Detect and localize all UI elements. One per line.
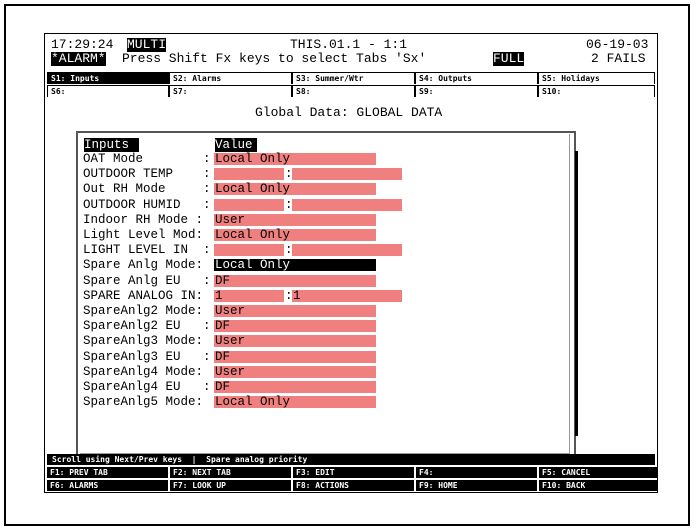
column-header-inputs: Inputs: [84, 138, 140, 152]
row-label: SpareAnlg3 Mode:: [83, 334, 204, 349]
f6-alarms-button[interactable]: F6: ALARMS: [47, 480, 170, 491]
row-label: SpareAnlg5 Mode:: [83, 395, 204, 410]
f10-back-button[interactable]: F10: BACK: [539, 480, 657, 491]
terminal-screen: 17:29:24 MULTI THIS.01.1 - 1:1 06-19-03 …: [44, 33, 658, 493]
row-value-field[interactable]: User: [214, 335, 376, 348]
f2-next-tab-button[interactable]: F2: NEXT TAB: [170, 467, 293, 478]
row-label: Out RH Mode :: [83, 182, 211, 197]
tab-outputs[interactable]: S4: Outputs: [416, 72, 537, 84]
row-label: SpareAnlg2 EU :: [83, 319, 211, 334]
row-label: Spare Anlg EU :: [83, 273, 211, 288]
tab-s9[interactable]: S9:: [416, 85, 537, 97]
tab-holidays[interactable]: S5: Holidays: [539, 72, 654, 84]
row-value-field[interactable]: DF: [214, 274, 376, 287]
row-label: OUTDOOR TEMP :: [83, 167, 211, 182]
f3-edit-button[interactable]: F3: EDIT: [293, 467, 416, 478]
fkey-bar-2: F6: ALARMS F7: LOOK UP F8: ACTIONS F9: H…: [47, 480, 657, 492]
vertical-scrollbar[interactable]: [575, 151, 578, 436]
tab-bar-2: S6: S7: S8: S9: S10:: [47, 85, 655, 97]
row-label: OAT Mode :: [83, 152, 211, 166]
f7-look-up-button[interactable]: F7: LOOK UP: [170, 480, 293, 491]
f8-actions-button[interactable]: F8: ACTIONS: [293, 480, 416, 491]
status-bar: Scroll using Next/Prev keys | Spare anal…: [47, 454, 655, 465]
row-label: Indoor RH Mode :: [83, 212, 204, 227]
row-value-field[interactable]: [214, 198, 284, 211]
clock-time: 17:29:24: [51, 37, 114, 52]
fails-count: 2 FAILS: [591, 51, 646, 66]
row-value-field[interactable]: User: [214, 305, 376, 317]
tab-s6[interactable]: S6:: [48, 85, 168, 97]
row-value-field[interactable]: User: [214, 214, 376, 226]
prompt-text: Press Shift Fx keys to select Tabs 'Sx': [122, 51, 427, 66]
row-label: SpareAnlg3 EU :: [83, 349, 211, 364]
row-value-field[interactable]: Local Only: [214, 259, 376, 272]
row-value-field-secondary[interactable]: [292, 198, 402, 211]
row-value-field-secondary[interactable]: [292, 168, 402, 181]
full-badge: FULL: [493, 51, 525, 66]
date-label: 06-19-03: [586, 37, 649, 52]
row-value-field[interactable]: [214, 244, 284, 257]
row-label: SpareAnlg4 EU :: [83, 380, 211, 394]
row-label: Spare Anlg Mode:: [83, 258, 204, 273]
status-text: Scroll using Next/Prev keys | Spare anal…: [49, 454, 549, 465]
row-value-field-secondary[interactable]: 1: [292, 290, 402, 302]
tab-s7[interactable]: S7:: [170, 85, 291, 97]
row-label: SpareAnlg2 Mode:: [83, 304, 204, 318]
row-value-field[interactable]: [214, 168, 284, 181]
row-value-field[interactable]: DF: [214, 320, 376, 332]
column-header-value: Value: [215, 138, 257, 152]
tab-inputs[interactable]: S1: Inputs: [48, 72, 168, 84]
row-value-field[interactable]: 1: [214, 290, 284, 302]
tab-bar-1: S1: Inputs S2: Alarms S3: Summer/Wtr S4:…: [47, 72, 655, 84]
f4-button[interactable]: F4:: [416, 467, 539, 478]
tab-alarms[interactable]: S2: Alarms: [170, 72, 291, 84]
row-label: SpareAnlg4 Mode:: [83, 364, 204, 379]
row-value-field[interactable]: Local Only: [214, 229, 376, 241]
row-label: SPARE ANALOG IN:: [83, 288, 204, 303]
row-value-field-secondary[interactable]: [292, 244, 402, 257]
mode-badge: MULTI: [127, 37, 167, 52]
f1-prev-tab-button[interactable]: F1: PREV TAB: [47, 467, 170, 478]
alarm-badge[interactable]: *ALARM*: [51, 52, 106, 66]
f5-cancel-button[interactable]: F5: CANCEL: [539, 467, 657, 478]
tab-s8[interactable]: S8:: [293, 85, 414, 97]
row-value-field[interactable]: DF: [214, 350, 376, 363]
row-value-field[interactable]: DF: [214, 381, 376, 393]
row-label: Light Level Mod:: [83, 228, 204, 242]
row-value-field[interactable]: Local Only: [214, 183, 376, 196]
f9-home-button[interactable]: F9: HOME: [416, 480, 539, 491]
tab-summer-winter[interactable]: S3: Summer/Wtr: [293, 72, 414, 84]
row-value-field[interactable]: User: [214, 366, 376, 378]
tab-s10[interactable]: S10:: [539, 85, 654, 97]
fkey-bar-1: F1: PREV TAB F2: NEXT TAB F3: EDIT F4: F…: [47, 467, 657, 479]
row-label: OUTDOOR HUMID :: [83, 197, 211, 212]
page-title: Global Data: GLOBAL DATA: [255, 105, 443, 120]
row-value-field[interactable]: Local Only: [214, 153, 376, 165]
row-label: LIGHT LEVEL IN :: [83, 243, 211, 258]
row-value-field[interactable]: Local Only: [214, 396, 376, 408]
location-label: THIS.01.1 - 1:1: [290, 37, 408, 52]
